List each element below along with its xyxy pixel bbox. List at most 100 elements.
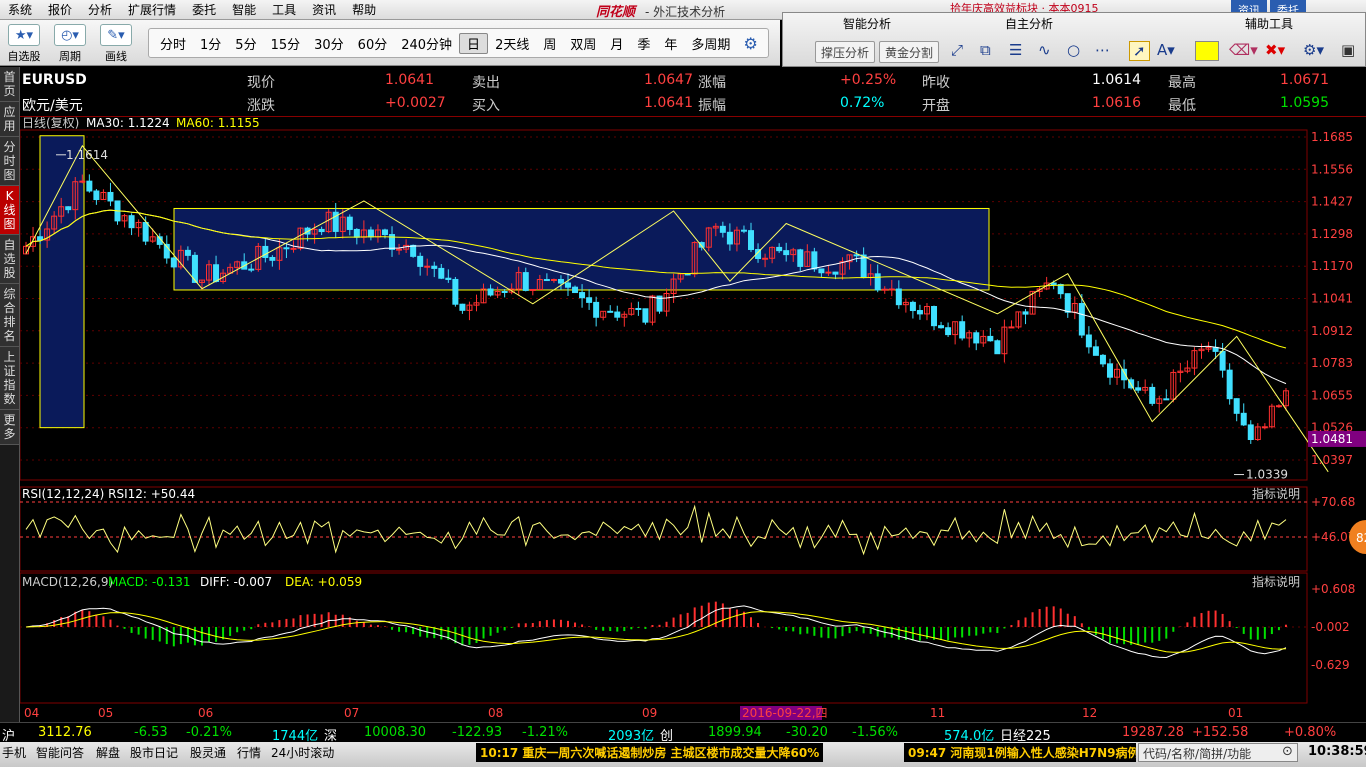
candle-body — [825, 271, 832, 274]
period-0[interactable]: 分时 — [153, 34, 193, 53]
period-4[interactable]: 30分 — [307, 34, 351, 53]
period-13[interactable]: 年 — [657, 34, 684, 53]
bottom-item-0[interactable]: 手机 — [2, 744, 26, 761]
candle-body — [811, 251, 818, 270]
left-tab-3[interactable]: K线图 — [0, 186, 19, 235]
candle-body — [938, 325, 945, 329]
code-search-input[interactable]: 代码/名称/简拼/功能 — [1138, 743, 1298, 762]
macd-value-label: MACD: -0.131 — [108, 575, 191, 589]
candle-body — [290, 247, 297, 250]
symbol-name: 欧元/美元 — [22, 98, 83, 114]
x-axis-label: 12 — [1082, 706, 1097, 720]
menu-item-1[interactable]: 报价 — [40, 1, 80, 18]
left-tab-0[interactable]: 首页 — [0, 67, 19, 102]
line-tool-icon[interactable]: ⤢ — [951, 41, 963, 59]
candle-body — [783, 250, 790, 256]
smart-analysis-header[interactable]: 智能分析 — [843, 15, 891, 32]
candle-body — [142, 221, 149, 242]
left-tab-6[interactable]: 上证指数 — [0, 347, 19, 410]
settings-gear-icon[interactable]: ⚙▾ — [1303, 41, 1324, 59]
x-axis-label: 06 — [198, 706, 213, 720]
more-tools-icon[interactable]: ⋯ — [1095, 41, 1110, 59]
eraser-icon[interactable]: ⌫▾ — [1229, 41, 1258, 59]
period-settings-gear-icon[interactable]: ⚙ — [737, 34, 763, 53]
period-10[interactable]: 双周 — [563, 34, 603, 53]
left-tab-2[interactable]: 分时图 — [0, 137, 19, 186]
main-indicator-label: 日线(复权) — [22, 117, 79, 130]
period-8[interactable]: 2天线 — [488, 34, 536, 53]
quote-value: 1.0641 — [644, 95, 693, 111]
chart-svg[interactable]: 1.1685 1.1556 1.1427 1.1298 1.1170 1.1041 1.09… — [20, 117, 1366, 722]
quote-label: 涨幅 — [698, 75, 726, 91]
x-axis-label: 08 — [488, 706, 503, 720]
draw-line-button[interactable]: ✎▾ 画线 — [96, 24, 136, 64]
bottom-item-1[interactable]: 智能问答 — [36, 744, 84, 761]
bottom-item-4[interactable]: 股灵通 — [190, 744, 226, 761]
candle-body — [1099, 354, 1106, 365]
period-7[interactable]: 日 — [459, 32, 489, 54]
bottom-item-2[interactable]: 解盘 — [96, 744, 120, 761]
period-button[interactable]: ◴▾ 周期 — [50, 24, 90, 64]
candle-body — [1149, 386, 1156, 404]
cursor-tool-icon[interactable]: ➚ — [1129, 41, 1150, 61]
sh-change: -6.53 — [134, 725, 168, 740]
period-14[interactable]: 多周期 — [684, 34, 737, 53]
quote-label: 涨跌 — [247, 98, 275, 114]
golden-section-button[interactable]: 黄金分割 — [879, 41, 940, 63]
period-9[interactable]: 周 — [536, 34, 563, 53]
macd-tick-mid: -0.002 — [1311, 620, 1350, 634]
news-ticker-1[interactable]: 10:17 重庆一周六次喊话遏制炒房 主城区楼市成交量大降60% — [476, 743, 824, 762]
left-tab-4[interactable]: 自选股 — [0, 235, 19, 284]
period-2[interactable]: 5分 — [228, 34, 263, 53]
bottom-item-3[interactable]: 股市日记 — [130, 744, 178, 761]
left-tab-1[interactable]: 应用 — [0, 102, 19, 137]
bottom-item-6[interactable]: 24小时滚动 — [271, 744, 334, 761]
candle-body — [1022, 311, 1029, 315]
period-5[interactable]: 60分 — [351, 34, 395, 53]
text-tool-icon[interactable]: A▾ — [1157, 41, 1175, 59]
period-1[interactable]: 1分 — [193, 34, 228, 53]
wave-tool-icon[interactable]: ∿ — [1038, 41, 1051, 59]
candle-body — [543, 279, 550, 282]
circle-tool-icon[interactable]: ○ — [1067, 41, 1080, 59]
menu-item-4[interactable]: 委托 — [184, 1, 224, 18]
x-axis-label: 2016-09-22,四 — [742, 706, 828, 720]
quote-label: 卖出 — [472, 75, 500, 91]
kline-chart-area[interactable]: 1.1685 1.1556 1.1427 1.1298 1.1170 1.1041 1.09… — [20, 117, 1366, 722]
low-mark-label: 1.0339 — [1246, 468, 1288, 482]
candle-body — [1275, 405, 1282, 408]
diff-line — [25, 605, 1287, 659]
candle-body — [895, 288, 902, 306]
y-tick-label: 1.0655 — [1311, 388, 1353, 402]
menu-item-7[interactable]: 资讯 — [304, 1, 344, 18]
rect-tool-icon[interactable]: ⧉ — [980, 41, 991, 59]
search-dropdown-icon[interactable]: ⊙ — [1282, 744, 1293, 759]
menu-item-6[interactable]: 工具 — [264, 1, 304, 18]
period-3[interactable]: 15分 — [264, 34, 308, 53]
menu-item-5[interactable]: 智能 — [224, 1, 264, 18]
menu-item-0[interactable]: 系统 — [0, 1, 40, 18]
parallel-tool-icon[interactable]: ☰ — [1009, 41, 1022, 59]
menu-item-3[interactable]: 扩展行情 — [120, 1, 184, 18]
candle-body — [719, 225, 726, 233]
support-resistance-button[interactable]: 撑压分析 — [815, 41, 876, 63]
delete-icon[interactable]: ✖▾ — [1265, 41, 1285, 59]
period-12[interactable]: 季 — [630, 34, 657, 53]
menu-item-8[interactable]: 帮助 — [344, 1, 384, 18]
news-ticker-2[interactable]: 09:47 河南现1例输入性人感染H7N9病例 — [904, 743, 1136, 762]
left-tab-5[interactable]: 综合排名 — [0, 284, 19, 347]
aux-tools-header[interactable]: 辅助工具 — [1245, 15, 1293, 32]
period-6[interactable]: 240分钟 — [394, 34, 459, 53]
left-tab-7[interactable]: 更多 — [0, 410, 19, 445]
candle-body — [642, 308, 649, 323]
color-picker-icon[interactable] — [1195, 41, 1219, 61]
expand-icon[interactable]: ▣ — [1341, 41, 1355, 59]
y-tick-label: 1.1041 — [1311, 292, 1353, 306]
menu-item-2[interactable]: 分析 — [80, 1, 120, 18]
macd-name-label: MACD(12,26,9) — [22, 575, 113, 589]
period-11[interactable]: 月 — [603, 34, 630, 53]
bottom-item-5[interactable]: 行情 — [237, 744, 261, 761]
candle-body — [445, 277, 452, 280]
self-analysis-header[interactable]: 自主分析 — [1005, 15, 1053, 32]
watchlist-button[interactable]: ★▾ 自选股 — [4, 24, 44, 64]
